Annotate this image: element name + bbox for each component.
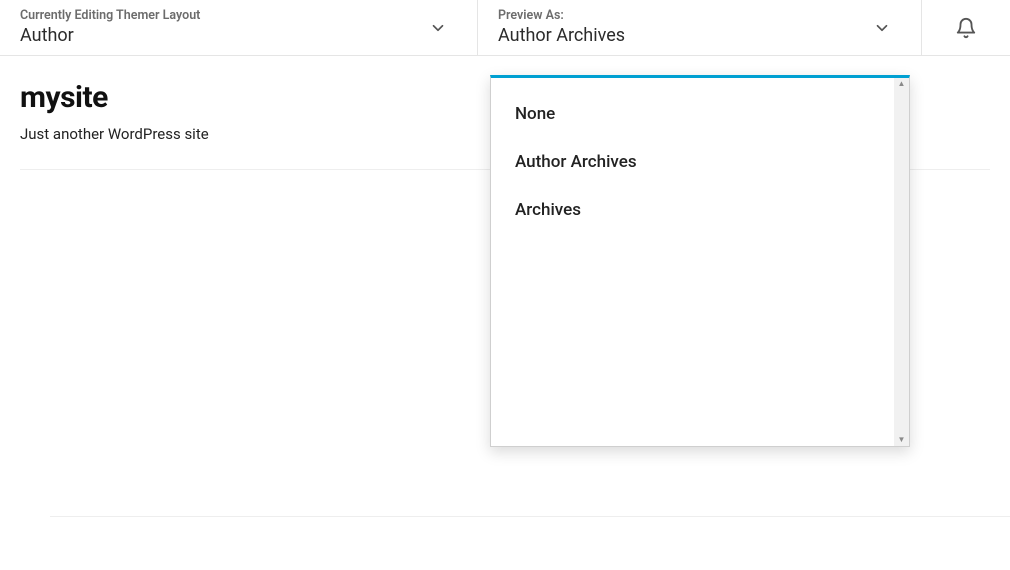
layout-value: Author <box>20 24 457 47</box>
dropdown-item-archives[interactable]: Archives <box>491 186 894 234</box>
top-bar: Currently Editing Themer Layout Author P… <box>0 0 1010 56</box>
bell-icon <box>955 17 977 39</box>
preview-label: Preview As: <box>498 8 901 24</box>
dropdown-item-none[interactable]: None <box>491 90 894 138</box>
chevron-down-icon[interactable] <box>873 19 891 37</box>
dropdown-item-author-archives[interactable]: Author Archives <box>491 138 894 186</box>
preview-value: Author Archives <box>498 24 901 47</box>
divider <box>50 516 1010 517</box>
preview-dropdown-panel: None Author Archives Archives ▲ ▼ <box>490 75 910 447</box>
layout-selector[interactable]: Currently Editing Themer Layout Author <box>0 0 478 55</box>
chevron-down-icon[interactable] <box>429 19 447 37</box>
scrollbar[interactable]: ▲ ▼ <box>894 78 909 446</box>
scroll-down-icon[interactable]: ▼ <box>898 436 906 444</box>
layout-label: Currently Editing Themer Layout <box>20 8 457 24</box>
scroll-up-icon[interactable]: ▲ <box>898 80 906 88</box>
notifications-button[interactable] <box>922 0 1010 55</box>
dropdown-list: None Author Archives Archives <box>491 78 894 446</box>
preview-selector[interactable]: Preview As: Author Archives <box>478 0 922 55</box>
